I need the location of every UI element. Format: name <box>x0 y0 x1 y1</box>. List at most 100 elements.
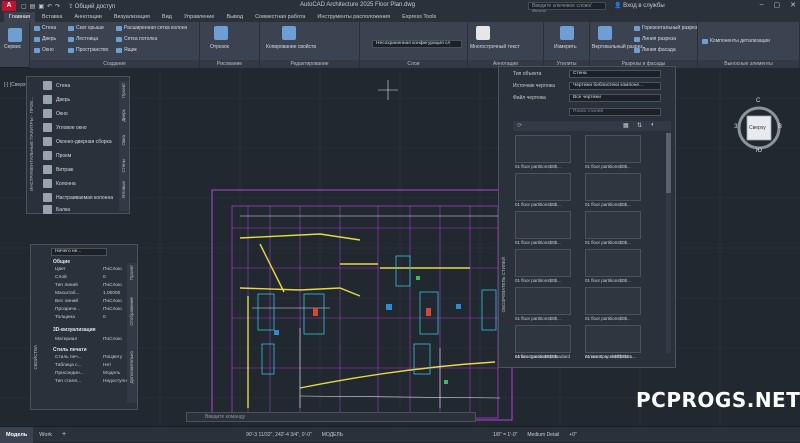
tool-column[interactable]: Колонна <box>43 179 76 188</box>
viewcube-face-top[interactable]: Сверху <box>749 125 766 131</box>
close-icon[interactable]: ✕ <box>790 1 796 9</box>
space-button[interactable]: Пространство <box>68 47 108 53</box>
share-button[interactable]: ⇪ Общий доступ <box>68 3 115 10</box>
style-tile-label[interactable]: Atrium Spaces$0$Standard <box>515 354 570 359</box>
roof-slab-button[interactable]: Скат крыши <box>68 25 104 31</box>
tab-output[interactable]: Вывод <box>221 12 248 22</box>
style-tile[interactable]: 01 floor partitions$0$... <box>515 211 571 245</box>
undo-icon[interactable]: ↶ <box>47 3 52 10</box>
palette-tab-door[interactable]: Дверь <box>121 109 126 122</box>
prop-tab-project[interactable]: Проект <box>129 265 134 280</box>
refresh-icon[interactable]: ⟳ <box>517 122 522 129</box>
ceiling-grid-button[interactable]: Сетка потолка <box>116 36 157 42</box>
redo-icon[interactable]: ↷ <box>55 3 60 10</box>
detail-level[interactable]: Medium Detail <box>527 432 559 438</box>
line-button[interactable]: Отрезок <box>210 44 229 50</box>
stair-button[interactable]: Лестница <box>68 36 98 42</box>
section-line-button[interactable]: Линия разреза <box>634 36 676 42</box>
style-tile[interactable]: 01 floor partitions$0$... <box>515 173 571 207</box>
style-search-input[interactable]: Поиск стилей <box>569 108 661 116</box>
tool-beam[interactable]: Балка <box>43 205 70 214</box>
palette-tab-project[interactable]: Проект <box>121 83 126 98</box>
tab-layout-tools[interactable]: Инструменты расположения <box>312 12 395 22</box>
style-tile[interactable]: 01 floor partitions$0$... <box>515 249 571 283</box>
panel-label[interactable]: Выносные элементы <box>698 60 799 68</box>
app-menu-button[interactable]: A <box>2 1 16 11</box>
add-layout-icon[interactable]: + <box>62 431 66 438</box>
maximize-icon[interactable]: ▢ <box>774 1 781 9</box>
tab-insert[interactable]: Вставка <box>37 12 67 22</box>
tab-collaborate[interactable]: Совместная работа <box>250 12 310 22</box>
new-icon[interactable]: ▢ <box>21 3 27 10</box>
file-dropdown[interactable]: Все чертежи <box>569 94 661 102</box>
command-line-input[interactable]: Введите команду <box>186 412 476 422</box>
model-space-toggle[interactable]: МОДЕЛЬ <box>322 432 343 438</box>
style-tile[interactable]: 01 floor partitions$0$... <box>585 211 641 245</box>
measure-icon[interactable] <box>560 26 574 40</box>
style-tile-label[interactable]: Atrium Spaces$0$Stan... <box>585 354 635 359</box>
search-input[interactable]: Введите ключевое слово/фразу <box>528 2 606 15</box>
panel-label[interactable]: Слои <box>360 60 467 68</box>
service-button[interactable]: Сервис <box>4 44 21 50</box>
tool-wall[interactable]: Стена <box>43 81 70 90</box>
panel-label[interactable]: Рисование <box>200 60 259 68</box>
window-button[interactable]: Окно <box>34 47 54 53</box>
tab-express-tools[interactable]: Express Tools <box>397 12 441 22</box>
style-tile[interactable]: 01 floor partitions$0$... <box>585 173 641 207</box>
tab-manage[interactable]: Управление <box>179 12 220 22</box>
facade-line-button[interactable]: Линия фасада <box>634 47 676 53</box>
tool-curtain-wall[interactable]: Витраж <box>43 165 73 174</box>
line-icon[interactable] <box>214 26 228 40</box>
view-grid-icon[interactable]: ▦ <box>623 122 629 129</box>
measure-button[interactable]: Измерить <box>554 44 577 50</box>
tab-home[interactable]: Главная <box>4 12 35 22</box>
annotation-scale[interactable]: 1/8" = 1'-0" <box>493 432 517 438</box>
source-dropdown[interactable]: Чертежи библиотеки компоне... <box>569 82 661 90</box>
style-tile[interactable]: 01 floor partitions$0$... <box>515 287 571 321</box>
service-icon[interactable] <box>8 28 22 42</box>
box-button[interactable]: Ящик <box>116 47 137 53</box>
elevation-readout[interactable]: +0" <box>569 432 576 438</box>
multiline-text-button[interactable]: Многострочный текст <box>470 44 520 50</box>
copy-properties-button[interactable]: Копирование свойств <box>266 44 316 50</box>
user-signin[interactable]: 👤 Вход в службы <box>614 2 665 9</box>
tool-door[interactable]: Дверь <box>43 95 70 104</box>
tool-window[interactable]: Окно <box>43 109 68 118</box>
style-tile[interactable]: 01 floor partitions$0$... <box>585 249 641 283</box>
door-button[interactable]: Дверь <box>34 36 56 42</box>
tool-opening[interactable]: Проем <box>43 151 71 160</box>
horizontal-section-button[interactable]: Горизонтальный разрез <box>634 25 697 31</box>
tab-model[interactable]: Модель <box>0 426 34 443</box>
compass-south[interactable]: Ю <box>756 148 762 154</box>
tab-annotate[interactable]: Аннотации <box>69 12 107 22</box>
open-icon[interactable]: ▤ <box>30 3 36 10</box>
compass-west[interactable]: З <box>734 124 738 130</box>
palette-tab-windows[interactable]: Окна <box>121 135 126 145</box>
compass-east[interactable]: В <box>778 124 782 130</box>
style-tile[interactable]: 01 floor partitions$0$... <box>585 287 641 321</box>
palette-tab-corner[interactable]: Угловые <box>121 181 126 199</box>
prop-plotstyle-value[interactable]: ПоЦвету <box>103 355 122 360</box>
column-grid-button[interactable]: Расширенная сетка колонн <box>116 25 187 31</box>
tool-custom-column[interactable]: Настраиваемая колонна <box>43 193 113 202</box>
palette-tab-walls[interactable]: Стены <box>121 159 126 172</box>
scrollbar-thumb[interactable] <box>666 133 671 193</box>
prop-attached-value[interactable]: Модель <box>103 371 120 376</box>
save-icon[interactable]: ▣ <box>38 3 44 10</box>
tab-work-layout[interactable]: Work <box>33 427 58 443</box>
object-type-dropdown[interactable]: Стена <box>569 70 661 78</box>
sort-icon[interactable]: ⇅ <box>637 122 642 129</box>
compass-north[interactable]: С <box>756 98 760 104</box>
scrollbar[interactable] <box>666 133 671 353</box>
minimize-icon[interactable]: – <box>760 1 764 9</box>
tab-render[interactable]: Визуализация <box>109 12 155 22</box>
layer-config-dropdown[interactable]: Несохраненная конфигурация сл <box>372 40 462 48</box>
prop-tab-display[interactable]: Отображение <box>129 297 134 326</box>
detail-components-button[interactable]: Компоненты детализации <box>702 38 770 44</box>
viewcube[interactable]: С Ю В З Сверху <box>734 98 782 156</box>
panel-label[interactable]: Создание <box>30 60 199 68</box>
wall-button[interactable]: Стена <box>34 25 56 31</box>
text-icon[interactable] <box>476 26 490 40</box>
prop-plottable-value[interactable]: Нет <box>103 363 111 368</box>
style-tile[interactable]: 01 floor partitions$0$... <box>585 135 641 169</box>
